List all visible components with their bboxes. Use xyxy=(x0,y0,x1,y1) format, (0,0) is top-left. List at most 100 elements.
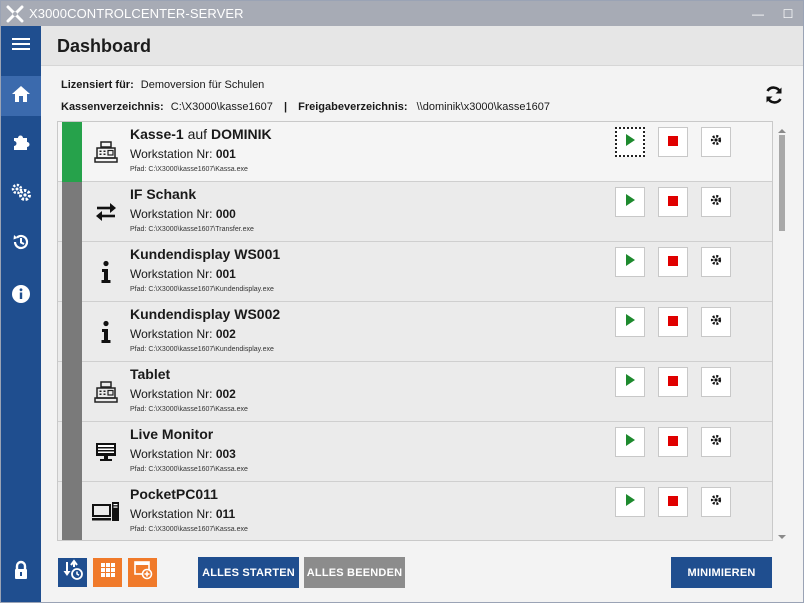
gear-icon xyxy=(710,133,722,151)
workstation-list[interactable]: Kasse-1 auf DOMINIK Workstation Nr: 001 … xyxy=(57,121,773,541)
add-window-icon xyxy=(133,560,153,585)
start-button[interactable] xyxy=(615,487,645,517)
apps-grid-button[interactable] xyxy=(93,558,122,587)
info-letter-icon xyxy=(92,258,120,286)
sort-timer-button[interactable] xyxy=(58,558,87,587)
sidebar-item-history[interactable] xyxy=(1,224,41,264)
gear-icon xyxy=(710,313,722,331)
settings-button[interactable] xyxy=(701,487,731,517)
scrollbar-thumb[interactable] xyxy=(779,135,785,231)
settings-button[interactable] xyxy=(701,127,731,157)
stop-button[interactable] xyxy=(658,367,688,397)
workstation-name: PocketPC011 xyxy=(130,486,218,502)
workstation-row[interactable]: Live Monitor Workstation Nr: 003 Pfad: C… xyxy=(58,422,772,482)
workstation-path: Pfad: C:\X3000\kasse1607\Kassa.exe xyxy=(130,406,248,413)
workstation-name: Live Monitor xyxy=(130,426,214,442)
play-icon xyxy=(625,253,635,271)
dir-separator: | xyxy=(283,101,288,113)
gear-icon xyxy=(710,193,722,211)
stop-button[interactable] xyxy=(658,127,688,157)
app-window: X3000CONTROLCENTER-SERVER — ☐ Dashboard … xyxy=(0,0,804,603)
page-header: Dashboard xyxy=(41,26,803,66)
workstation-number: Workstation Nr: 001 xyxy=(130,267,236,281)
info-icon xyxy=(11,284,31,309)
start-button[interactable] xyxy=(615,127,645,157)
scroll-up-icon[interactable] xyxy=(777,123,787,133)
sidebar-item-home[interactable] xyxy=(1,76,41,116)
gear-icon xyxy=(710,373,722,391)
workstation-row[interactable]: IF Schank Workstation Nr: 000 Pfad: C:\X… xyxy=(58,182,772,242)
start-button[interactable] xyxy=(615,307,645,337)
menu-toggle-button[interactable] xyxy=(1,26,41,66)
refresh-button[interactable] xyxy=(764,85,784,105)
stop-icon xyxy=(668,253,678,271)
sidebar-item-settings[interactable] xyxy=(1,174,41,214)
transfer-arrows-icon xyxy=(92,198,120,226)
sort-clock-icon xyxy=(62,559,84,586)
title-bar: X3000CONTROLCENTER-SERVER — ☐ xyxy=(1,1,803,26)
grid-apps-icon xyxy=(100,562,116,583)
workstation-row[interactable]: Kundendisplay WS001 Workstation Nr: 001 … xyxy=(58,242,772,302)
desktop-pc-icon xyxy=(92,498,120,526)
workstation-path: Pfad: C:\X3000\kasse1607\Kassa.exe xyxy=(130,166,248,173)
play-icon xyxy=(625,373,635,391)
play-icon xyxy=(625,493,635,511)
minimize-window-button[interactable]: — xyxy=(743,1,773,26)
sidebar-item-modules[interactable] xyxy=(1,124,41,164)
stop-icon xyxy=(668,373,678,391)
stop-icon xyxy=(668,493,678,511)
page-title: Dashboard xyxy=(57,36,152,56)
workstation-row[interactable]: Tablet Workstation Nr: 002 Pfad: C:\X300… xyxy=(58,362,772,422)
workstation-path: Pfad: C:\X3000\kasse1607\Kassa.exe xyxy=(130,466,248,473)
sidebar-item-lock[interactable] xyxy=(1,552,41,592)
stop-button[interactable] xyxy=(658,187,688,217)
stop-all-button[interactable]: ALLES BEENDEN xyxy=(304,557,405,588)
sidebar-item-info[interactable] xyxy=(1,276,41,316)
add-window-button[interactable] xyxy=(128,558,157,587)
workstation-number: Workstation Nr: 001 xyxy=(130,147,236,161)
status-indicator xyxy=(62,302,82,362)
info-letter-icon xyxy=(92,318,120,346)
workstation-row[interactable]: Kasse-1 auf DOMINIK Workstation Nr: 001 … xyxy=(58,122,772,182)
start-all-button[interactable]: ALLES STARTEN xyxy=(198,557,299,588)
workstation-row[interactable]: Kundendisplay WS002 Workstation Nr: 002 … xyxy=(58,302,772,362)
puzzle-icon xyxy=(11,132,31,157)
stop-button[interactable] xyxy=(658,247,688,277)
workstation-name: Tablet xyxy=(130,366,171,382)
window-title: X3000CONTROLCENTER-SERVER xyxy=(29,6,244,21)
stop-button[interactable] xyxy=(658,487,688,517)
status-indicator xyxy=(62,482,82,540)
workstation-name: IF Schank xyxy=(130,186,197,202)
start-button[interactable] xyxy=(615,367,645,397)
play-icon xyxy=(625,193,635,211)
play-icon xyxy=(625,433,635,451)
workstation-row[interactable]: PocketPC011 Workstation Nr: 011 Pfad: C:… xyxy=(58,482,772,540)
list-scrollbar[interactable] xyxy=(776,123,788,543)
cash-register-icon xyxy=(92,378,120,406)
stop-button[interactable] xyxy=(658,307,688,337)
settings-button[interactable] xyxy=(701,247,731,277)
stop-icon xyxy=(668,133,678,151)
workstation-path: Pfad: C:\X3000\kasse1607\Transfer.exe xyxy=(130,226,254,233)
hamburger-icon xyxy=(11,36,31,57)
settings-button[interactable] xyxy=(701,187,731,217)
start-button[interactable] xyxy=(615,247,645,277)
share-dir-value: \\dominik\x3000\kasse1607 xyxy=(416,101,550,113)
cash-dir-value: C:\X3000\kasse1607 xyxy=(170,101,273,113)
workstation-number: Workstation Nr: 011 xyxy=(130,507,236,521)
settings-button[interactable] xyxy=(701,307,731,337)
workstation-number: Workstation Nr: 003 xyxy=(130,447,236,461)
cash-register-icon xyxy=(92,138,120,166)
start-button[interactable] xyxy=(615,187,645,217)
maximize-window-button[interactable]: ☐ xyxy=(773,1,803,26)
stop-button[interactable] xyxy=(658,427,688,457)
status-indicator xyxy=(62,182,82,242)
settings-button[interactable] xyxy=(701,367,731,397)
start-button[interactable] xyxy=(615,427,645,457)
minimize-button[interactable]: MINIMIEREN xyxy=(671,557,772,588)
status-indicator xyxy=(62,362,82,422)
workstation-name: Kundendisplay WS001 xyxy=(130,246,281,262)
scroll-down-icon[interactable] xyxy=(777,529,787,539)
settings-button[interactable] xyxy=(701,427,731,457)
stop-icon xyxy=(668,313,678,331)
